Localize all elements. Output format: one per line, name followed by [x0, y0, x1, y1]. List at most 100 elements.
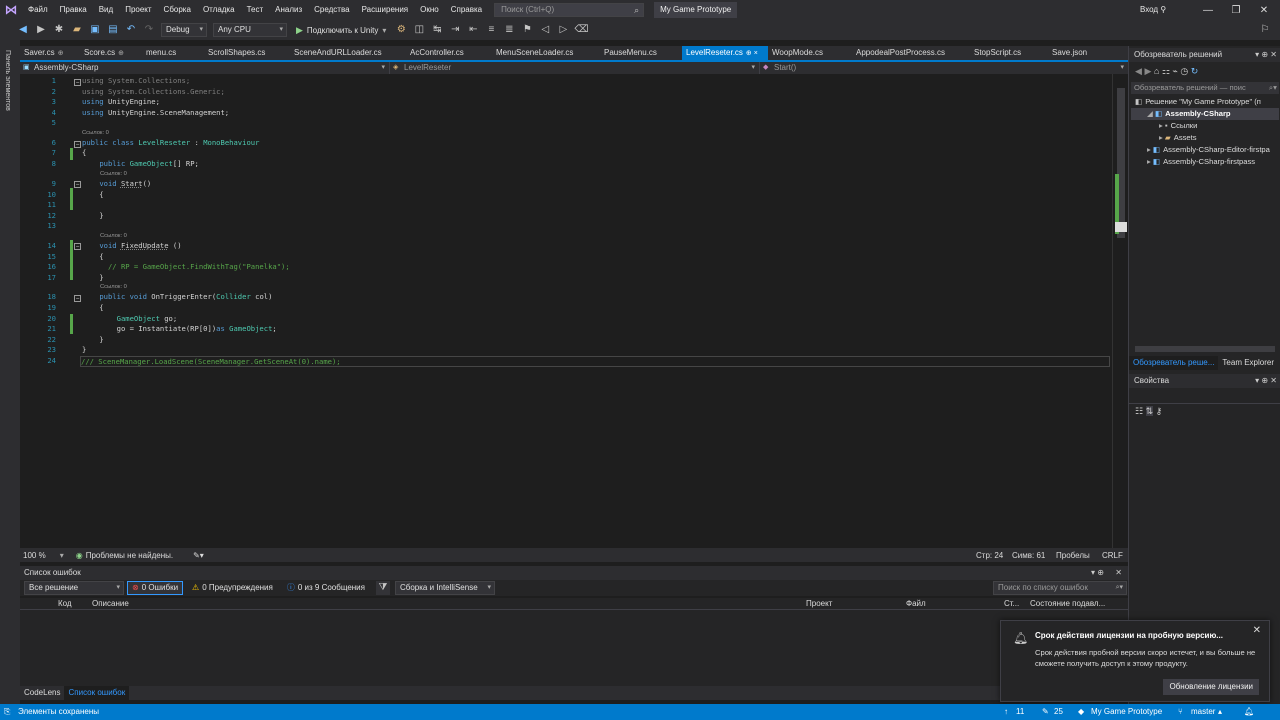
update-license-button[interactable]: Обновление лицензии	[1163, 679, 1259, 695]
warnings-filter-button[interactable]: ⚠ 0 Предупреждения	[187, 581, 278, 595]
forward-icon[interactable]: ▶	[1144, 66, 1151, 76]
menu-item[interactable]: Расширения	[356, 0, 415, 20]
tab-pin-icon[interactable]: ⊕	[118, 50, 124, 57]
code-cleanup-icon[interactable]: ✎▾	[193, 551, 204, 560]
pin-close-icon[interactable]: ▾ ⊕ ✕	[1255, 374, 1277, 388]
fold-toggle-icon[interactable]: −	[74, 141, 81, 148]
undo-icon[interactable]: ↶	[124, 23, 138, 37]
tab-woopmode-cs[interactable]: WoopMode.cs	[768, 46, 852, 60]
codelens-ref[interactable]: Ссылок: 0	[100, 170, 127, 178]
pin-icon[interactable]: ▾ ⊕	[1091, 566, 1104, 580]
outdent-icon[interactable]: ⇤	[466, 23, 480, 37]
unpushed-count[interactable]: 11	[1016, 704, 1024, 720]
solution-search-input[interactable]: Обозреватель решений — поис ⌕▾	[1131, 82, 1279, 94]
errors-filter-button[interactable]: ⊗ 0 Ошибки	[127, 581, 184, 595]
menu-item[interactable]: Файл	[22, 0, 54, 20]
fold-toggle-icon[interactable]: −	[74, 181, 81, 188]
tree-item[interactable]: ◢ ◧ Assembly-CSharp	[1131, 108, 1279, 120]
tab-appodealpostprocess-cs[interactable]: AppodealPostProcess.cs	[852, 46, 970, 60]
filter-icon[interactable]: ⧩	[375, 581, 390, 595]
fold-toggle-icon[interactable]: −	[74, 79, 81, 86]
scope-select[interactable]: Все решение ▾	[24, 581, 124, 595]
switch-views-icon[interactable]: ⚏	[1162, 66, 1170, 76]
comment-icon[interactable]: ≡	[484, 23, 498, 37]
menu-item[interactable]: Средства	[308, 0, 355, 20]
project-dropdown[interactable]: ▣ Assembly-CSharp ▾	[20, 62, 390, 74]
sync-icon[interactable]: ⌁	[1172, 66, 1177, 76]
redo-icon[interactable]: ↷	[142, 23, 156, 37]
tree-item[interactable]: ◧ Решение "My Game Prototype" (п	[1131, 96, 1279, 108]
save-all-icon[interactable]: ▤	[106, 23, 120, 37]
config-select[interactable]: Debug ▾	[161, 23, 207, 37]
messages-filter-button[interactable]: ⓘ 0 из 9 Сообщения	[282, 581, 370, 595]
tab-menusceneloader-cs[interactable]: MenuSceneLoader.cs	[492, 46, 600, 60]
zoom-level[interactable]: 100 %	[23, 551, 46, 560]
tree-item[interactable]: ▸ ▰ Assets	[1131, 132, 1279, 144]
tab-pin-icon[interactable]: ⊕	[58, 50, 64, 57]
sign-in-link[interactable]: Вход ⚲	[1140, 0, 1166, 20]
refresh-icon[interactable]: ↻	[1191, 66, 1199, 76]
open-folder-icon[interactable]: ▰	[70, 23, 84, 37]
minimize-button[interactable]: —	[1194, 0, 1222, 20]
column-header[interactable]: Код	[58, 598, 92, 610]
tab-sceneandurlloader-cs[interactable]: SceneAndURLLoader.cs	[290, 46, 406, 60]
column-header[interactable]: Описание	[92, 598, 806, 610]
bookmark-next-icon[interactable]: ▷	[556, 23, 570, 37]
tree-item[interactable]: ▸ ◧ Assembly-CSharp-Editor-firstpa	[1131, 144, 1279, 156]
pending-icon[interactable]: ◷	[1180, 66, 1188, 76]
indent-icon[interactable]: ⇥	[448, 23, 462, 37]
save-icon[interactable]: ▣	[88, 23, 102, 37]
tab-pin-icon[interactable]: ⊕ ×	[746, 50, 758, 57]
camera-icon[interactable]: ◫	[412, 23, 426, 37]
close-window-button[interactable]: ✕	[1250, 0, 1278, 20]
column-header[interactable]: Файл	[906, 598, 1004, 610]
fold-toggle-icon[interactable]: −	[74, 295, 81, 302]
menu-item[interactable]: Вид	[93, 0, 119, 20]
bookmark-prev-icon[interactable]: ◁	[538, 23, 552, 37]
back-icon[interactable]: ◀	[16, 23, 30, 37]
bottom-tab[interactable]: CodeLens	[20, 686, 64, 700]
column-header[interactable]: Состояние подавл...	[1030, 598, 1128, 610]
quick-launch-search[interactable]: Поиск (Ctrl+Q) ⌕	[494, 3, 645, 17]
new-project-icon[interactable]: ✱	[52, 23, 66, 37]
member-dropdown[interactable]: ◆ Start() ▾	[760, 62, 1128, 74]
tab-stopscript-cs[interactable]: StopScript.cs	[970, 46, 1048, 60]
back-icon[interactable]: ◀	[1135, 66, 1142, 76]
step-icon[interactable]: ↹	[430, 23, 444, 37]
repo-name[interactable]: My Game Prototype	[1091, 704, 1162, 720]
bookmark-icon[interactable]: ⚑	[520, 23, 534, 37]
tree-hscroll[interactable]	[1135, 346, 1275, 352]
tab-levelreseter-cs[interactable]: LevelReseter.cs ⊕ ×	[682, 46, 768, 60]
feedback-icon[interactable]: ⚐	[1258, 23, 1272, 37]
close-icon[interactable]: ✕	[1115, 566, 1122, 580]
tab-accontroller-cs[interactable]: AcController.cs	[406, 46, 492, 60]
close-icon[interactable]: ✕	[1253, 625, 1261, 636]
error-search-input[interactable]: Поиск по списку ошибок ⌕▾	[993, 581, 1127, 595]
menu-item[interactable]: Тест	[241, 0, 270, 20]
fold-toggle-icon[interactable]: −	[74, 243, 81, 250]
tree-item[interactable]: ▸ ◧ Assembly-CSharp-firstpass	[1131, 156, 1279, 168]
attach-unity-button[interactable]: ▶ Подключить к Unity ▾	[296, 25, 386, 36]
tab-saver-cs[interactable]: Saver.cs ⊕	[20, 46, 80, 60]
code-editor[interactable]: 1 2 3 4 5 6 7 8 9 10 11 12 13 14 15 16 17 18 19 20 21 22 23 24 …	[20, 74, 1112, 548]
eol-indicator[interactable]: CRLF	[1102, 551, 1123, 560]
panel-tab[interactable]: Team Explorer	[1218, 356, 1278, 370]
bottom-tab[interactable]: Список ошибок	[64, 686, 130, 700]
codelens-ref[interactable]: Ссылок: 0	[82, 129, 109, 137]
menu-item[interactable]: Проект	[119, 0, 157, 20]
menu-item[interactable]: Окно	[414, 0, 445, 20]
alphabetical-icon[interactable]: ⇅	[1145, 406, 1154, 416]
tree-item[interactable]: ▸ ▪ Ссылки	[1131, 120, 1279, 132]
issues-status[interactable]: Проблемы не найдены.	[86, 551, 173, 560]
platform-select[interactable]: Any CPU ▾	[213, 23, 287, 37]
menu-item[interactable]: Сборка	[158, 0, 197, 20]
categorized-icon[interactable]: ☷	[1135, 406, 1143, 416]
uncomment-icon[interactable]: ≣	[502, 23, 516, 37]
pin-close-icon[interactable]: ▾ ⊕ ✕	[1255, 48, 1277, 62]
chevron-up-icon[interactable]: ▴	[1218, 704, 1222, 720]
build-source-select[interactable]: Сборка и IntelliSense ▾	[394, 581, 495, 595]
changes-count[interactable]: 25	[1054, 704, 1063, 720]
toolbox-strip[interactable]: Панель элементов	[0, 40, 20, 704]
codelens-ref[interactable]: Ссылок: 0	[100, 283, 127, 291]
branch-name[interactable]: master	[1191, 704, 1215, 720]
